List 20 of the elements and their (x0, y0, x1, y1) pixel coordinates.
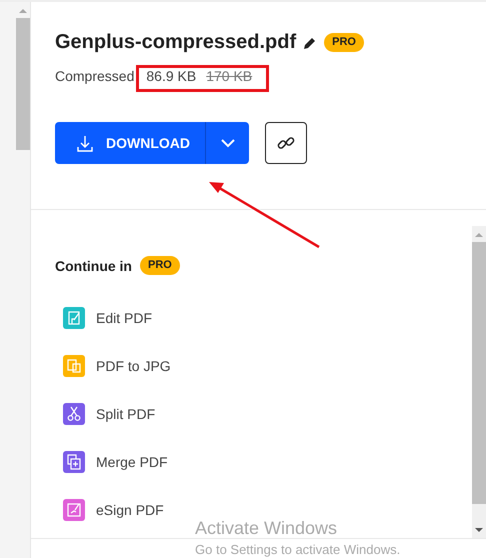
notice-text: Go to Settings to activate Windows. (195, 542, 400, 557)
tool-item[interactable]: Split PDF (63, 403, 156, 425)
pro-badge: PRO (324, 33, 364, 52)
copy-link-button[interactable] (265, 122, 307, 164)
chevron-down-icon (220, 138, 234, 148)
tool-item[interactable]: PDF to JPG (63, 355, 171, 377)
section-heading: Continue in (55, 258, 132, 274)
file-name: Genplus-compressed.pdf (55, 31, 296, 54)
original-size: 170 KB (206, 68, 252, 84)
pencil-icon[interactable] (303, 36, 318, 50)
notice-title: Activate Windows (195, 518, 338, 539)
pro-badge: PRO (140, 256, 180, 275)
compressed-size: 86.9 KB (146, 68, 196, 84)
tool-item[interactable]: Merge PDF (63, 451, 168, 473)
download-icon (77, 134, 93, 152)
download-button[interactable]: DOWNLOAD (55, 122, 206, 164)
tool-item[interactable]: Edit PDF (63, 307, 152, 329)
scrollbar[interactable] (472, 226, 486, 538)
tool-item[interactable]: eSign PDF (63, 499, 164, 521)
size-label: Compressed (55, 68, 134, 84)
